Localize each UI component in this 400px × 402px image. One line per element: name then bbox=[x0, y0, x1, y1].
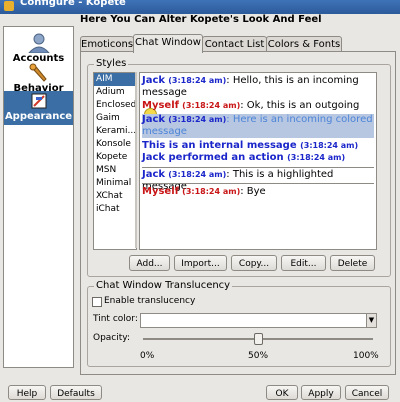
tab-colors-fonts[interactable]: Colors & Fonts bbox=[266, 36, 342, 52]
tab-emoticons[interactable]: Emoticons bbox=[80, 36, 134, 52]
ok-button[interactable]: OK bbox=[266, 385, 298, 400]
delete-style-button[interactable]: Delete bbox=[330, 255, 375, 271]
add-style-button[interactable]: Add... bbox=[129, 255, 170, 271]
apply-button[interactable]: Apply bbox=[301, 385, 341, 400]
sidebar: Accounts Behavior Appearance bbox=[3, 26, 74, 368]
style-list-item[interactable]: Adium bbox=[94, 86, 136, 99]
appearance-icon bbox=[31, 93, 46, 109]
preview-message: Jack (3:18:24 am): Hello, this is an inc… bbox=[142, 75, 359, 98]
accounts-icon bbox=[27, 33, 50, 53]
sidebar-item-accounts[interactable]: Accounts bbox=[4, 33, 73, 65]
style-list[interactable]: AIM Adium Enclosed Gaim Kerami... Konsole Kope… bbox=[93, 72, 137, 250]
preview-message: Myself (3:18:24 am): Bye bbox=[142, 186, 266, 197]
opacity-tick-50: 50% bbox=[248, 351, 269, 361]
help-button[interactable]: Help bbox=[8, 385, 46, 400]
opacity-label: Opacity: bbox=[93, 333, 130, 343]
import-style-button[interactable]: Import... bbox=[174, 255, 227, 271]
copy-style-button[interactable]: Copy... bbox=[231, 255, 277, 271]
opacity-slider-handle[interactable] bbox=[254, 333, 263, 345]
style-list-item[interactable]: iChat bbox=[94, 203, 136, 216]
title-bar[interactable]: Configure - Kopete bbox=[0, 0, 400, 14]
window-title: Configure - Kopete bbox=[20, 0, 126, 8]
preview-message: Jack performed an action (3:18:24 am) bbox=[142, 152, 346, 163]
defaults-button[interactable]: Defaults bbox=[50, 385, 102, 400]
preview-message: This is an internal message (3:18:24 am) bbox=[142, 140, 359, 151]
chevron-down-icon[interactable]: ▼ bbox=[366, 313, 377, 328]
wrench-icon bbox=[29, 63, 47, 82]
style-list-item[interactable]: Konsole bbox=[94, 138, 136, 151]
style-list-item[interactable]: Enclosed bbox=[94, 99, 136, 112]
enable-translucency-checkbox[interactable] bbox=[92, 297, 102, 307]
divider bbox=[142, 167, 374, 168]
tint-color-label: Tint color: bbox=[93, 314, 138, 324]
style-list-item[interactable]: Minimal bbox=[94, 177, 136, 190]
translucency-group-title: Chat Window Translucency bbox=[94, 280, 233, 291]
chat-preview: Jack (3:18:24 am): Hello, this is an inc… bbox=[139, 72, 377, 250]
style-list-scrollbar[interactable] bbox=[135, 72, 137, 248]
style-list-item[interactable]: XChat bbox=[94, 190, 136, 203]
page-title: Here You Can Alter Kopete's Look And Fee… bbox=[80, 14, 322, 25]
app-icon bbox=[4, 1, 14, 11]
opacity-tick-100: 100% bbox=[353, 351, 379, 361]
sidebar-item-label: Appearance bbox=[4, 111, 73, 122]
edit-style-button[interactable]: Edit... bbox=[281, 255, 326, 271]
style-list-item[interactable]: AIM bbox=[94, 73, 136, 86]
tint-color-field[interactable] bbox=[140, 313, 368, 328]
cancel-button[interactable]: Cancel bbox=[345, 385, 389, 400]
opacity-tick-0: 0% bbox=[140, 351, 155, 361]
style-list-item[interactable]: Kerami... bbox=[94, 125, 136, 138]
preview-message: Jack (3:18:24 am): Here is an incoming c… bbox=[142, 114, 374, 138]
divider bbox=[142, 183, 374, 184]
tab-chat-window[interactable]: Chat Window bbox=[133, 34, 203, 53]
enable-translucency-label: Enable translucency bbox=[104, 296, 196, 306]
style-list-item[interactable]: Kopete bbox=[94, 151, 136, 164]
sidebar-item-appearance[interactable]: Appearance bbox=[4, 91, 73, 125]
style-list-item[interactable]: Gaim bbox=[94, 112, 136, 125]
tab-contact-list[interactable]: Contact List bbox=[202, 36, 267, 52]
style-list-item[interactable]: MSN bbox=[94, 164, 136, 177]
styles-group-title: Styles bbox=[94, 58, 129, 69]
